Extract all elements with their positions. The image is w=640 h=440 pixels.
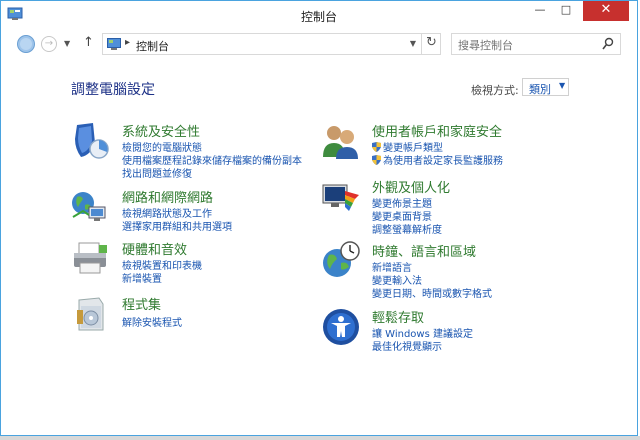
control-panel-small-icon (107, 38, 121, 50)
globe-clock-icon[interactable] (321, 241, 361, 281)
address-dropdown-icon[interactable]: ▼ (410, 39, 416, 48)
navigation-bar: → ▼ ↑ ▸ 控制台 ▼ ↻ (1, 31, 637, 59)
view-by-label: 檢視方式: (471, 84, 519, 97)
link-optimize-visual-display[interactable]: 最佳化視覺顯示 (372, 338, 442, 353)
refresh-icon: ↻ (426, 35, 437, 50)
recent-locations-button[interactable]: ▼ (64, 39, 70, 48)
category-title[interactable]: 外觀及個人化 (372, 177, 450, 196)
uac-shield-icon (372, 155, 381, 165)
link-uninstall-program[interactable]: 解除安裝程式 (122, 314, 182, 329)
maximize-button[interactable]: □ (553, 1, 579, 21)
back-button[interactable] (17, 35, 35, 53)
breadcrumb-control-panel[interactable]: 控制台 (136, 38, 169, 54)
address-bar[interactable]: ▸ 控制台 ▼ (102, 33, 441, 55)
breadcrumb-separator-icon: ▸ (125, 37, 131, 48)
back-arrow-icon (20, 38, 32, 50)
search-icon[interactable] (602, 37, 614, 51)
minimize-icon: — (534, 3, 546, 16)
close-button[interactable]: ✕ (583, 1, 629, 21)
monitor-palette-icon[interactable] (321, 177, 361, 217)
title-bar[interactable]: 控制台 — □ ✕ (1, 1, 637, 31)
link-homegroup[interactable]: 選擇家用群組和共用選項 (122, 218, 232, 233)
link-parental-controls[interactable]: 為使用者設定家長監護服務 (372, 152, 503, 167)
printer-icon[interactable] (71, 239, 111, 279)
link-label: 為使用者設定家長監護服務 (383, 156, 503, 167)
close-icon: ✕ (600, 2, 612, 17)
category-title[interactable]: 時鐘、語言和區域 (372, 241, 476, 260)
page-title: 調整電腦設定 (71, 82, 155, 98)
control-panel-window: 控制台 — □ ✕ → ▼ ↑ ▸ 控制台 ▼ ↻ 搜尋控制台 調整電腦設定 檢… (0, 0, 638, 436)
up-button[interactable]: ↑ (83, 35, 94, 50)
view-by-value: 類別 (529, 83, 551, 96)
forward-button[interactable]: → (41, 36, 57, 52)
search-box[interactable] (451, 33, 621, 55)
chevron-down-icon: ▼ (559, 81, 566, 90)
category-title[interactable]: 輕鬆存取 (372, 307, 424, 326)
refresh-button[interactable]: ↻ (421, 33, 441, 55)
link-screen-resolution[interactable]: 調整螢幕解析度 (372, 221, 442, 236)
minimize-button[interactable]: — (527, 1, 553, 21)
search-input[interactable] (456, 36, 600, 54)
chevron-down-icon: ▼ (64, 39, 71, 48)
taskbar-edge (0, 436, 640, 440)
category-title[interactable]: 系統及安全性 (122, 121, 200, 140)
category-title[interactable]: 使用者帳戶和家庭安全 (372, 121, 502, 140)
up-arrow-icon: ↑ (83, 35, 94, 50)
uac-shield-icon (372, 142, 381, 152)
category-title[interactable]: 程式集 (122, 294, 161, 313)
software-box-icon[interactable] (71, 294, 111, 334)
category-title[interactable]: 網路和網際網路 (122, 187, 213, 206)
link-troubleshoot[interactable]: 找出問題並修復 (122, 165, 192, 180)
forward-arrow-icon: → (44, 38, 54, 49)
network-globe-icon[interactable] (71, 187, 111, 227)
main-content: 調整電腦設定 檢視方式: 類別 ▼ 系統及安全性 檢閱您的電腦狀態 使用檔案歷程… (1, 59, 637, 435)
shield-chart-icon[interactable] (71, 121, 111, 161)
category-title[interactable]: 硬體和音效 (122, 239, 187, 258)
maximize-icon: □ (560, 3, 572, 16)
accessibility-icon[interactable] (321, 307, 361, 347)
users-icon[interactable] (321, 121, 361, 161)
link-date-time-format[interactable]: 變更日期、時間或數字格式 (372, 285, 492, 300)
view-by-dropdown[interactable]: 類別 ▼ (522, 78, 569, 96)
link-add-device[interactable]: 新增裝置 (122, 270, 162, 285)
